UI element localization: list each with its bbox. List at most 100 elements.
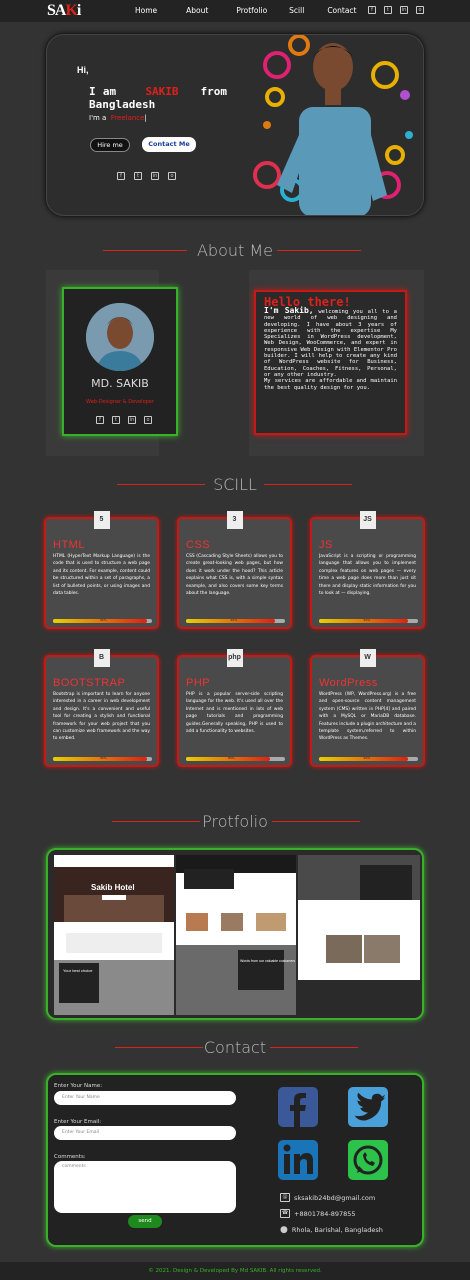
wordpress-icon: W — [359, 649, 376, 667]
twitter-icon[interactable]: t — [112, 416, 120, 424]
name-label: Enter Your Name: — [54, 1083, 103, 1089]
twitter-icon[interactable]: t — [134, 172, 142, 180]
profile-card: MD. SAKIB Web-Designer & Developer f t i… — [62, 287, 178, 436]
contact-email: @ sksakib24bd@gmail.com — [280, 1193, 375, 1202]
profile-role: Web-Designer & Developer — [86, 399, 154, 405]
nav-home-link[interactable]: Home — [135, 6, 157, 15]
hotel-title: Sakib Hotel — [91, 883, 135, 892]
nav-social-links: f t in o — [368, 6, 424, 14]
portfolio-gallery: Sakib Hotel Your best choice Words from … — [46, 848, 424, 1020]
best-choice-text: Your best choice — [63, 968, 93, 973]
linkedin-icon[interactable]: in — [128, 416, 136, 424]
skill-card-wordpress: W WordPress WordPress (WP, WordPress.org) … — [310, 649, 425, 767]
skill-name: BOOTSTRAP — [53, 677, 126, 689]
skill-progress-bar: 90% — [186, 618, 285, 623]
skill-card-js: JS JS JavaScript is a scripting or program… — [310, 511, 425, 629]
facebook-icon[interactable]: f — [96, 416, 104, 424]
about-title: About Me — [196, 241, 274, 260]
skill-name: JS — [319, 539, 333, 551]
name-input[interactable]: Enter Your Name — [54, 1091, 236, 1105]
hero-portrait-image — [237, 35, 423, 215]
nav-portfolio-link[interactable]: Protfolio — [236, 6, 267, 15]
skill-progress-bar: 95% — [53, 618, 152, 623]
portfolio-shot-1[interactable]: Sakib Hotel Your best choice — [54, 855, 174, 1015]
send-button[interactable]: send — [128, 1215, 162, 1228]
hero-role: I'm a Freelance| — [89, 114, 147, 122]
skill-title: SCILL — [213, 475, 257, 494]
skill-name: HTML — [53, 539, 85, 551]
hero-section: Hi, I am SAKIB from Bangladesh I'm a Fre… — [46, 34, 424, 216]
contact-me-button[interactable]: Contact Me — [142, 137, 196, 152]
skill-progress-bar: 90% — [319, 618, 418, 623]
facebook-icon[interactable] — [278, 1087, 318, 1127]
footer: © 2021. Design & Developed By Md SAKIB. … — [0, 1262, 470, 1280]
about-text-card: Hello there! I'm Sakib, welcoming you al… — [254, 290, 407, 435]
nav-contact-link[interactable]: Contact — [327, 6, 356, 15]
facebook-icon[interactable]: f — [117, 172, 125, 180]
skill-card-html: 5 HTML HTML (HyperText Markup Language) is… — [44, 511, 159, 629]
linkedin-icon[interactable]: in — [400, 6, 408, 14]
skill-description: WordPress (WP, WordPress.org) is a free … — [319, 692, 416, 742]
profile-name: MD. SAKIB — [91, 377, 149, 390]
nav-about-link[interactable]: About — [186, 6, 208, 15]
hire-me-button[interactable]: Hire me — [90, 138, 130, 152]
js-icon: JS — [359, 511, 376, 529]
nav-menu: Home About Protfolio Scill Contact — [130, 6, 357, 15]
twitter-icon[interactable]: t — [384, 6, 392, 14]
skill-description: PHP is a popular server-side scripting l… — [186, 692, 283, 735]
twitter-icon[interactable] — [348, 1087, 388, 1127]
skill-percent: 95% — [100, 618, 107, 622]
skill-percent: 90% — [363, 756, 371, 760]
contact-section: Enter Your Name: Enter Your Name Enter Y… — [46, 1073, 424, 1247]
skill-percent: 85% — [228, 756, 235, 760]
comments-label: Comments: — [54, 1154, 86, 1160]
portfolio-shot-2[interactable]: Words from our valuable customers — [176, 855, 296, 1015]
contact-phone: ☎ +8801784-897855 — [280, 1209, 356, 1218]
skill-percent: 95% — [100, 756, 107, 760]
skill-description: CSS (Cascading Style Sheets) allows you … — [186, 554, 283, 597]
portfolio-shot-3[interactable] — [298, 855, 420, 1015]
skill-card-bootstrap: B BOOTSTRAP Bootstrap is important to lear… — [44, 649, 159, 767]
skill-description: HTML (HyperText Markup Language) is the … — [53, 554, 150, 597]
instagram-icon[interactable]: o — [144, 416, 152, 424]
skill-description: Bootstrap is important to learn for anyo… — [53, 692, 150, 742]
bootstrap-icon: B — [93, 649, 110, 667]
contact-title: Contact — [203, 1038, 267, 1057]
skill-progress-bar: 95% — [53, 756, 152, 761]
testimonial-text: Words from our valuable customers — [240, 959, 295, 963]
about-description: I'm Sakib, welcoming you all to a new wo… — [264, 306, 397, 391]
skill-name: CSS — [186, 539, 211, 551]
hotel-screenshot-image: Sakib Hotel Your best choice — [54, 855, 174, 1015]
skill-name: PHP — [186, 677, 211, 689]
portfolio-title: Protfolio — [202, 812, 268, 831]
hotel-screenshot-image — [298, 855, 420, 1015]
skill-card-css: 3 CSS CSS (Cascading Style Sheets) allows … — [177, 511, 292, 629]
instagram-icon[interactable]: o — [168, 172, 176, 180]
hero-greeting: Hi, — [77, 65, 89, 75]
facebook-icon[interactable]: f — [368, 6, 376, 14]
skill-description: JavaScript is a scripting or programming… — [319, 554, 416, 597]
email-icon: @ — [280, 1193, 290, 1202]
skill-card-php: php PHP PHP is a popular server-side scrip… — [177, 649, 292, 767]
comments-textarea[interactable]: comments — [54, 1161, 236, 1213]
linkedin-icon[interactable]: in — [151, 172, 159, 180]
linkedin-icon[interactable] — [278, 1140, 318, 1180]
skill-name: WordPress — [319, 677, 378, 689]
skill-progress-bar: 90% — [319, 756, 418, 761]
hero-name: SAKIB — [145, 85, 179, 98]
site-logo[interactable]: SAKi — [47, 2, 82, 20]
nav-skill-link[interactable]: Scill — [289, 6, 304, 15]
phone-icon: ☎ — [280, 1209, 290, 1218]
css-icon: 3 — [226, 511, 243, 529]
top-navbar: SAKi Home About Protfolio Scill Contact … — [0, 0, 470, 22]
contact-address: ● Rhola, Barishal, Bangladesh — [280, 1225, 383, 1235]
php-icon: php — [226, 649, 243, 667]
skill-progress-bar: 85% — [186, 756, 285, 761]
hotel-screenshot-image: Words from our valuable customers — [176, 855, 296, 1015]
email-label: Enter Your Email: — [54, 1119, 102, 1125]
email-input[interactable]: Enter Your Email — [54, 1126, 236, 1140]
whatsapp-icon[interactable] — [348, 1140, 388, 1180]
hero-intro: I am SAKIB from Bangladesh — [89, 85, 227, 111]
instagram-icon[interactable]: o — [416, 6, 424, 14]
profile-social-links: f t in o — [96, 416, 152, 424]
